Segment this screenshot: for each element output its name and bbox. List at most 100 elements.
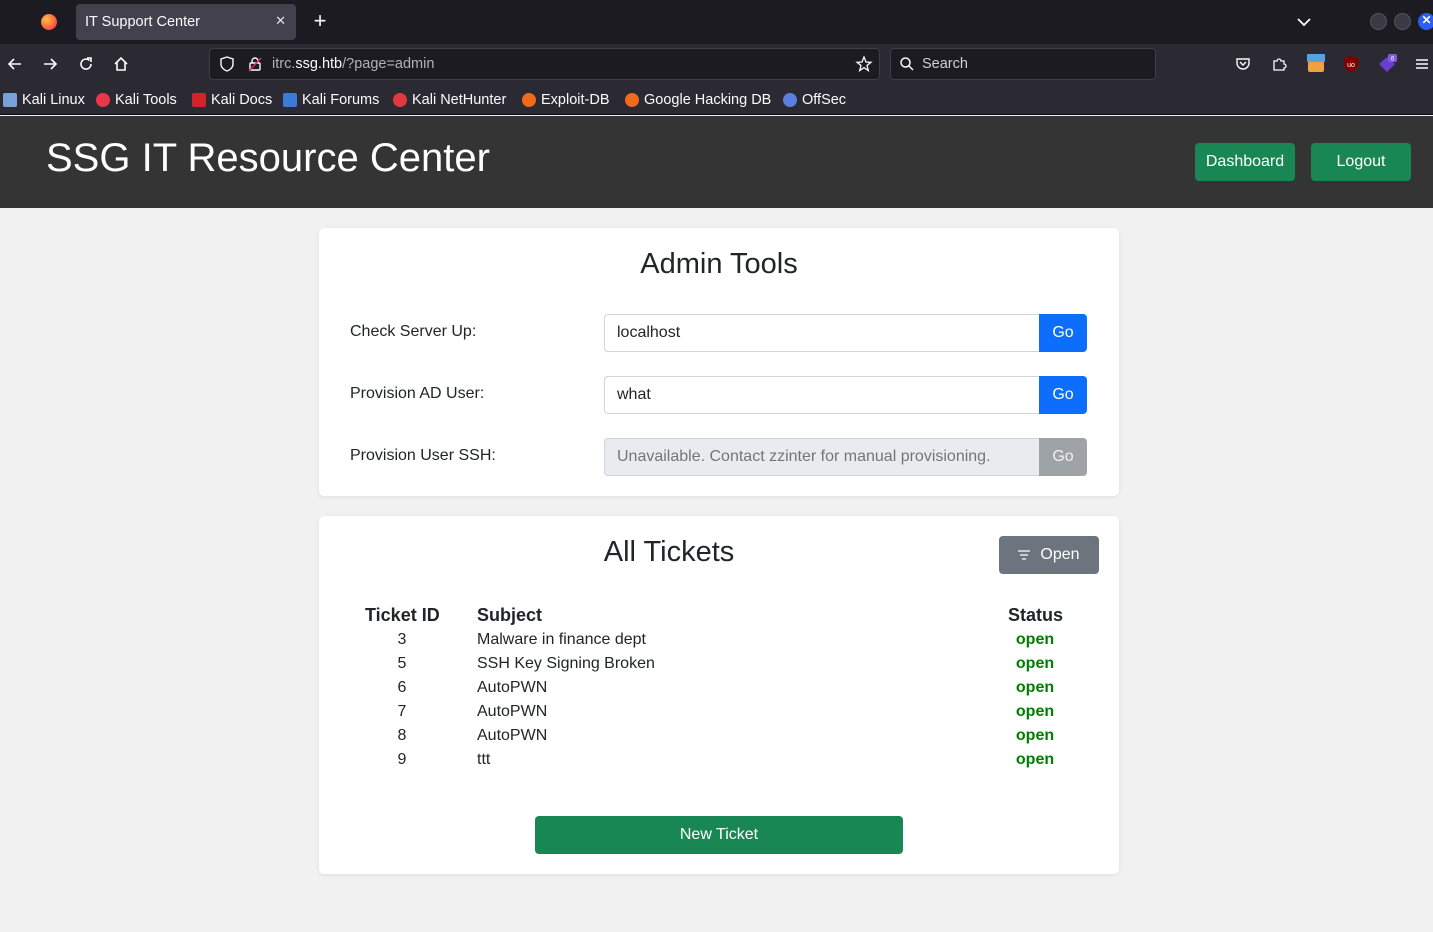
table-row[interactable]: 6 AutoPWN open xyxy=(319,676,1119,700)
admin-tools-title: Admin Tools xyxy=(640,248,798,280)
bookmark-label: Kali Forums xyxy=(302,92,380,108)
check-server-go-button[interactable]: Go xyxy=(1039,314,1087,352)
home-icon[interactable] xyxy=(110,53,132,75)
ticket-status: open xyxy=(1015,727,1055,744)
exploit-db-icon xyxy=(522,93,536,107)
provision-ssh-label: Provision User SSH: xyxy=(350,447,496,464)
bookmark-label: OffSec xyxy=(802,92,847,108)
table-row[interactable]: 8 AutoPWN open xyxy=(319,724,1119,748)
ticket-subject[interactable]: AutoPWN xyxy=(477,727,547,745)
ticket-subject[interactable]: Malware in finance dept xyxy=(477,631,646,649)
reload-icon[interactable] xyxy=(75,53,97,75)
table-row[interactable]: 7 AutoPWN open xyxy=(319,700,1119,724)
ticket-subject[interactable]: ttt xyxy=(477,751,490,769)
url-host-prefix: itrc. xyxy=(272,56,296,72)
forward-icon[interactable] xyxy=(39,53,61,75)
browser-nav-bar: itrc.ssg.htb/?page=admin Search uo 6 xyxy=(0,44,1433,84)
bookmark-label: Kali NetHunter xyxy=(412,92,507,108)
filter-label: Open xyxy=(1040,546,1080,563)
ticket-status: open xyxy=(1015,655,1055,672)
bookmark-offsec[interactable]: OffSec xyxy=(783,91,846,109)
ticket-status: open xyxy=(1015,703,1055,720)
site-title: SSG IT Resource Center xyxy=(46,136,490,180)
tickets-card: All Tickets Open Ticket ID Subject Statu… xyxy=(319,516,1119,874)
minimize-window-icon[interactable] xyxy=(1370,13,1387,30)
browser-tab-bar: IT Support Center ✕ + ✕ xyxy=(0,0,1433,44)
bookmark-label: Exploit-DB xyxy=(541,92,610,108)
ticket-subject[interactable]: SSH Key Signing Broken xyxy=(477,655,655,673)
maximize-window-icon[interactable] xyxy=(1394,13,1411,30)
search-bar[interactable]: Search xyxy=(890,48,1156,80)
ticket-subject[interactable]: AutoPWN xyxy=(477,703,547,721)
filter-icon xyxy=(1018,550,1031,560)
ticket-id: 3 xyxy=(397,631,407,648)
ghdb-icon xyxy=(625,93,639,107)
dashboard-button[interactable]: Dashboard xyxy=(1195,143,1295,181)
bookmark-kali-nethunter[interactable]: Kali NetHunter xyxy=(393,91,506,109)
hamburger-menu-icon[interactable] xyxy=(1412,54,1432,74)
address-bar[interactable]: itrc.ssg.htb/?page=admin xyxy=(209,48,880,80)
table-row[interactable]: 9 ttt open xyxy=(319,748,1119,772)
ticket-status: open xyxy=(1015,631,1055,648)
ublock-origin-icon[interactable]: uo xyxy=(1341,54,1361,74)
burp-extension-icon[interactable] xyxy=(1306,54,1326,74)
notification-extension-icon[interactable]: 6 xyxy=(1377,54,1397,74)
url-host-main: ssg.htb xyxy=(295,56,343,72)
bookmark-label: Kali Linux xyxy=(22,92,85,108)
bookmark-label: Google Hacking DB xyxy=(644,92,772,108)
table-row[interactable]: 5 SSH Key Signing Broken open xyxy=(319,652,1119,676)
bookmarks-toolbar: Kali Linux Kali Tools Kali Docs Kali For… xyxy=(0,84,1433,115)
filter-status-button[interactable]: Open xyxy=(999,536,1099,574)
column-header-ticket-id: Ticket ID xyxy=(365,605,440,625)
svg-text:uo: uo xyxy=(1347,62,1355,69)
bookmark-exploit-db[interactable]: Exploit-DB xyxy=(522,91,610,109)
site-header: SSG IT Resource Center Dashboard Logout xyxy=(0,116,1433,208)
kali-forums-icon xyxy=(283,93,297,107)
ticket-status: open xyxy=(1015,751,1055,768)
insecure-lock-icon[interactable] xyxy=(246,55,264,78)
admin-tools-card: Admin Tools Check Server Up: Go Provisio… xyxy=(319,228,1119,496)
kali-dragon-icon xyxy=(3,93,17,107)
ticket-id: 7 xyxy=(397,703,407,720)
firefox-icon[interactable] xyxy=(38,11,60,33)
provision-ad-go-button[interactable]: Go xyxy=(1039,376,1087,414)
tab-close-icon[interactable]: ✕ xyxy=(275,13,286,29)
extensions-puzzle-icon[interactable] xyxy=(1269,54,1289,74)
column-header-status: Status xyxy=(1008,605,1064,625)
ticket-id: 8 xyxy=(397,727,407,744)
check-server-input[interactable] xyxy=(604,314,1040,352)
kali-nethunter-icon xyxy=(393,93,407,107)
table-row[interactable]: 3 Malware in finance dept open xyxy=(319,628,1119,652)
bookmark-star-icon[interactable] xyxy=(855,55,873,78)
new-tab-icon[interactable]: + xyxy=(308,9,332,33)
ticket-id: 9 xyxy=(397,751,407,768)
bookmark-google-hacking-db[interactable]: Google Hacking DB xyxy=(625,91,771,109)
url-text: itrc.ssg.htb/?page=admin xyxy=(272,56,434,72)
column-header-subject: Subject xyxy=(477,605,543,625)
bookmark-kali-docs[interactable]: Kali Docs xyxy=(192,91,272,109)
bookmark-kali-forums[interactable]: Kali Forums xyxy=(283,91,379,109)
provision-ad-input[interactable] xyxy=(604,376,1040,414)
search-icon xyxy=(899,56,915,77)
check-server-label: Check Server Up: xyxy=(350,323,477,340)
tracking-shield-icon[interactable] xyxy=(218,55,236,78)
browser-tab[interactable]: IT Support Center ✕ xyxy=(76,4,296,40)
list-tabs-chevron-icon[interactable] xyxy=(1294,12,1314,32)
bookmark-kali-tools[interactable]: Kali Tools xyxy=(96,91,177,109)
bookmark-label: Kali Tools xyxy=(115,92,177,108)
provision-ssh-input xyxy=(604,438,1040,476)
logout-button[interactable]: Logout xyxy=(1311,143,1411,181)
bookmark-label: Kali Docs xyxy=(211,92,273,108)
bookmark-kali-linux[interactable]: Kali Linux xyxy=(3,91,85,109)
close-window-icon[interactable]: ✕ xyxy=(1418,13,1433,30)
kali-docs-icon xyxy=(192,93,206,107)
tab-title: IT Support Center xyxy=(85,14,200,30)
pocket-icon[interactable] xyxy=(1233,54,1253,74)
back-icon[interactable] xyxy=(4,53,26,75)
ticket-id: 5 xyxy=(397,655,407,672)
ticket-subject[interactable]: AutoPWN xyxy=(477,679,547,697)
offsec-icon xyxy=(783,93,797,107)
provision-ad-label: Provision AD User: xyxy=(350,385,485,402)
new-ticket-button[interactable]: New Ticket xyxy=(535,816,903,854)
ticket-status: open xyxy=(1015,679,1055,696)
